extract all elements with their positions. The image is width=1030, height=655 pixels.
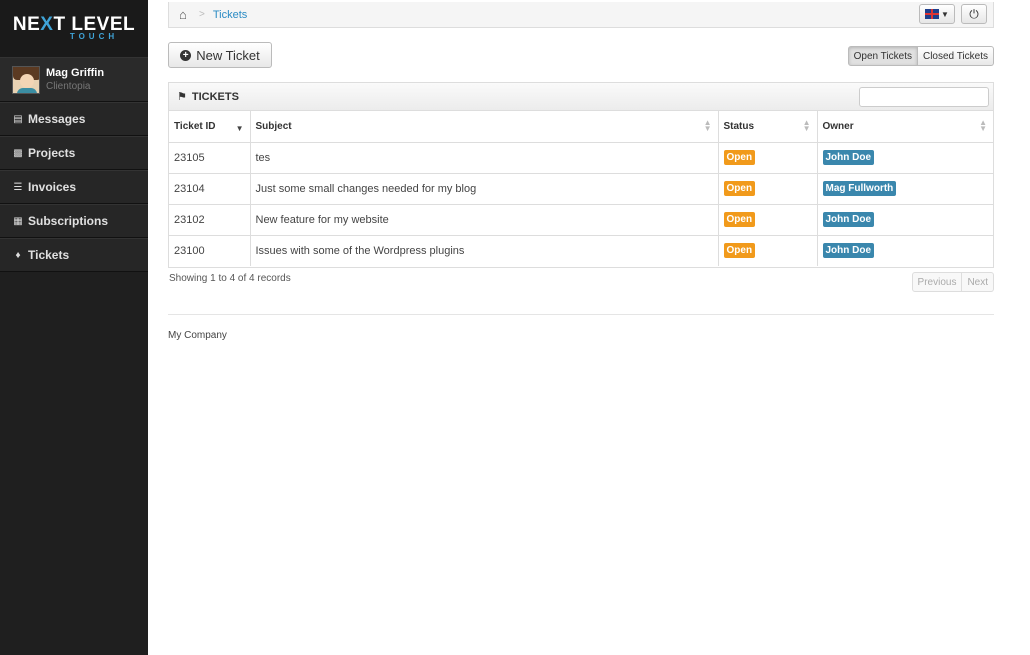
briefcase-icon: ▩ <box>13 147 23 159</box>
ticket-filter-tabs: Open Tickets Closed Tickets <box>847 46 994 66</box>
column-header-subject[interactable]: Subject ▲ ▼ <box>250 111 719 143</box>
sort-icon: ▲ ▼ <box>802 118 811 133</box>
new-ticket-button[interactable]: + New Ticket <box>168 42 272 68</box>
home-icon[interactable]: ⌂ <box>179 8 191 21</box>
panel-header: ⚑ TICKETS <box>169 83 993 111</box>
language-button[interactable]: ▼ <box>919 4 955 24</box>
next-button[interactable]: Next <box>962 272 994 292</box>
main-content: ⌂ > Tickets ▼ ⏻ + New Ticket Open Ticket… <box>148 0 1030 655</box>
status-badge: Open <box>723 243 756 259</box>
breadcrumb-separator: > <box>199 9 205 20</box>
sidebar-item-label: Projects <box>28 146 76 160</box>
breadcrumb-tickets-link[interactable]: Tickets <box>213 9 247 21</box>
pagination: Previous Next <box>911 272 994 292</box>
sidebar-item-label: Subscriptions <box>28 214 109 228</box>
avatar <box>12 65 40 94</box>
column-header-status[interactable]: Status ▲ ▼ <box>718 111 818 143</box>
column-header-owner[interactable]: Owner ▲ ▼ <box>817 111 993 143</box>
status-badge: Open <box>723 150 756 165</box>
list-icon: ☰ <box>13 181 23 193</box>
profile-name: Mag Griffin <box>46 67 105 79</box>
plus-circle-icon: + <box>180 49 192 61</box>
sidebar-item-messages[interactable]: ▤ Messages <box>0 102 148 136</box>
sort-icon: ▲ ▼ <box>703 118 712 133</box>
user-profile[interactable]: Mag Griffin Clientopia <box>0 58 148 102</box>
breadcrumb: ⌂ > Tickets ▼ ⏻ <box>168 2 994 28</box>
owner-badge: John Doe <box>822 150 875 165</box>
table-row[interactable]: 23104 Just some small changes needed for… <box>169 173 993 205</box>
owner-badge: John Doe <box>822 243 875 259</box>
ticket-id[interactable]: 23100 <box>169 235 251 266</box>
caret-down-icon: ▼ <box>941 9 949 19</box>
uk-flag-icon <box>925 9 940 19</box>
sidebar-item-label: Messages <box>28 112 86 126</box>
sort-desc-icon: ▼ <box>235 124 244 133</box>
profile-company: Clientopia <box>46 81 91 92</box>
ticket-id[interactable]: 23102 <box>169 204 251 236</box>
ticket-id[interactable]: 23104 <box>169 173 251 205</box>
sidebar-item-label: Tickets <box>28 248 70 262</box>
footer-company: My Company <box>168 330 227 341</box>
ticket-subject[interactable]: tes <box>250 142 719 174</box>
tickets-table: Ticket ID ▼ Subject ▲ ▼ Status ▲ ▼ Owner ▲… <box>169 111 993 266</box>
sidebar: NEXT LEVEL TOUCH Mag Griffin Clientopia … <box>0 0 148 655</box>
status-badge: Open <box>723 212 756 227</box>
power-icon: ⏻ <box>969 6 979 21</box>
sidebar-item-invoices[interactable]: ☰ Invoices <box>0 170 148 204</box>
sort-icon: ▲ ▼ <box>979 118 987 133</box>
records-info: Showing 1 to 4 of 4 records <box>169 273 291 284</box>
owner-badge: Mag Fullworth <box>822 181 897 196</box>
tab-open-tickets[interactable]: Open Tickets <box>847 46 918 66</box>
panel-title: TICKETS <box>191 90 239 103</box>
ticket-subject[interactable]: Just some small changes needed for my bl… <box>250 173 719 205</box>
sidebar-item-subscriptions[interactable]: ▦ Subscriptions <box>0 204 148 238</box>
logout-button[interactable]: ⏻ <box>961 4 987 24</box>
tickets-panel: ⚑ TICKETS Ticket ID ▼ Subject ▲▼ Status <box>168 82 994 268</box>
inbox-icon: ▤ <box>13 113 23 125</box>
tag-icon: ⚑ <box>177 91 187 103</box>
column-header-ticket-id[interactable]: Ticket ID ▼ <box>169 111 251 143</box>
tag-icon: ♦ <box>15 249 21 261</box>
ticket-subject[interactable]: New feature for my website <box>250 204 719 236</box>
sidebar-item-tickets[interactable]: ♦ Tickets <box>0 238 148 272</box>
sidebar-item-projects[interactable]: ▩ Projects <box>0 136 148 170</box>
ticket-subject[interactable]: Issues with some of the Wordpress plugin… <box>250 235 719 266</box>
search-input[interactable] <box>859 87 989 107</box>
ticket-id[interactable]: 23105 <box>169 142 251 174</box>
table-row[interactable]: 23100 Issues with some of the Wordpress … <box>169 235 993 266</box>
logo[interactable]: NEXT LEVEL TOUCH <box>0 0 148 58</box>
calendar-icon: ▦ <box>13 215 23 227</box>
divider <box>168 314 994 315</box>
previous-button[interactable]: Previous <box>911 272 963 292</box>
status-badge: Open <box>723 181 756 196</box>
table-row[interactable]: 23102 New feature for my website Open Jo… <box>169 204 993 236</box>
owner-badge: John Doe <box>822 212 875 227</box>
sidebar-item-label: Invoices <box>28 180 77 194</box>
tab-closed-tickets[interactable]: Closed Tickets <box>917 46 994 66</box>
table-row[interactable]: 23105 tes Open John Doe <box>169 142 993 174</box>
